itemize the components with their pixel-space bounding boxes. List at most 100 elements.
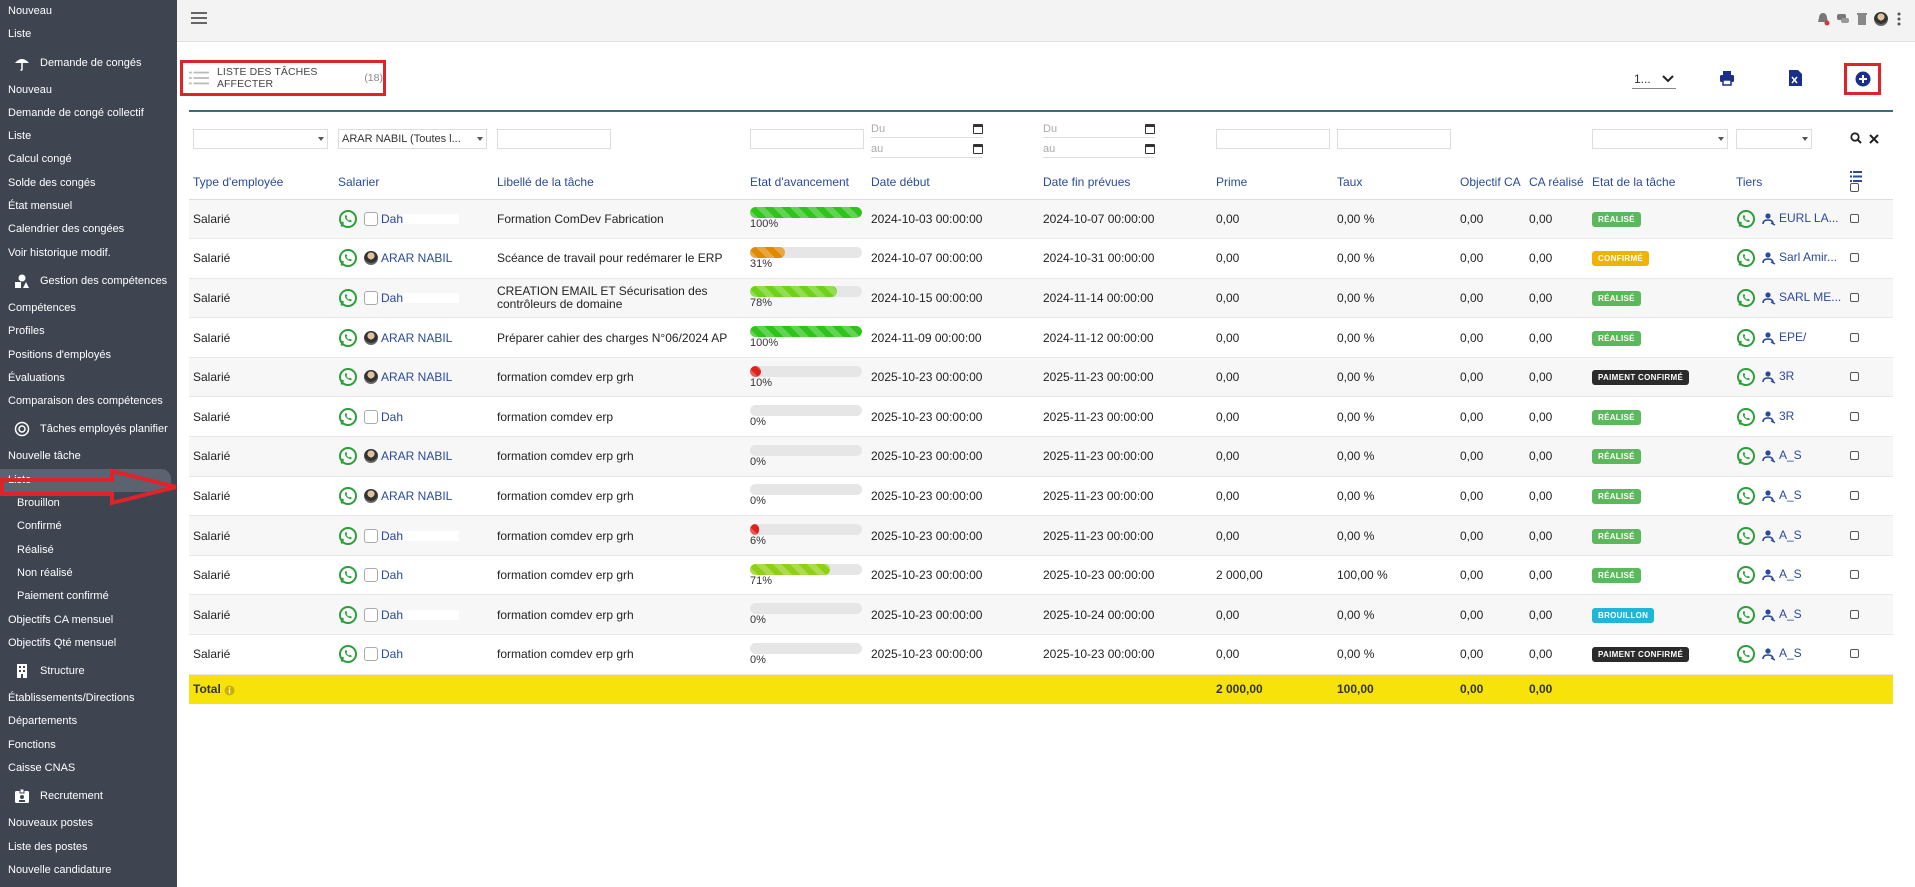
employee-link[interactable]: Dah <box>381 529 403 543</box>
sidebar-item-etablissements-directions[interactable]: Établissements/Directions <box>0 687 177 710</box>
row-checkbox[interactable] <box>1850 411 1859 421</box>
tiers-link[interactable]: SARL ME... <box>1779 290 1841 304</box>
salarier-filter[interactable]: ARAR NABIL (Toutes l... <box>338 129 487 149</box>
column-header[interactable]: Date début <box>867 166 1039 200</box>
start-date-to[interactable]: au <box>871 140 983 158</box>
sidebar-group-structure[interactable]: Structure <box>0 655 177 687</box>
sidebar-item-non-realise[interactable]: Non réalisé <box>0 562 177 585</box>
tiers-link[interactable]: A_S <box>1779 607 1802 621</box>
sidebar-item-caisse-cnas[interactable]: Caisse CNAS <box>0 757 177 780</box>
sidebar-group-gestion-des-competences[interactable]: Gestion des compétences <box>0 265 177 297</box>
whatsapp-icon[interactable] <box>1736 565 1756 585</box>
sidebar-item-solde-des-conges[interactable]: Solde des congés <box>0 172 177 195</box>
sidebar-item-voir-historique-modif[interactable]: Voir historique modif. <box>0 242 177 265</box>
end-date-from[interactable]: Du <box>1043 120 1155 138</box>
sidebar-item-competences[interactable]: Compétences <box>0 297 177 320</box>
table-row[interactable]: Salarié ARAR NABIL Préparer cahier des cha… <box>189 317 1893 358</box>
table-row[interactable]: Salarié Dah formation comdev erp 0% 2025-10-… <box>189 396 1893 438</box>
prime-filter[interactable] <box>1216 129 1330 149</box>
search-icon[interactable] <box>1850 131 1862 144</box>
trash-icon[interactable] <box>1856 12 1868 26</box>
row-checkbox[interactable] <box>1850 451 1859 461</box>
employee-link[interactable]: ARAR NABIL <box>381 251 452 265</box>
sidebar-item-confirme[interactable]: Confirmé <box>0 515 177 538</box>
whatsapp-icon[interactable] <box>338 248 358 268</box>
tiers-link[interactable]: EURL LA... <box>1779 211 1839 225</box>
column-header[interactable]: CA réalisé <box>1525 166 1588 200</box>
sidebar-item-liste-des-postes[interactable]: Liste des postes <box>0 836 177 859</box>
task-cell[interactable]: Formation ComDev Fabrication <box>493 199 746 240</box>
sidebar-item-evaluations[interactable]: Évaluations <box>0 367 177 390</box>
column-header[interactable]: Taux <box>1333 166 1456 200</box>
sidebar-item-calcul-conge[interactable]: Calcul congé <box>0 148 177 171</box>
row-checkbox[interactable] <box>1850 570 1859 580</box>
task-cell[interactable]: formation comdev erp grh <box>493 357 746 398</box>
whatsapp-icon[interactable] <box>338 209 358 229</box>
whatsapp-icon[interactable] <box>338 328 358 348</box>
row-checkbox[interactable] <box>1850 490 1859 500</box>
task-label-filter[interactable] <box>497 129 611 149</box>
column-header[interactable]: Etat de la tâche <box>1588 166 1732 200</box>
list-columns-icon[interactable] <box>1850 171 1862 183</box>
whatsapp-icon[interactable] <box>1736 407 1756 427</box>
employee-link[interactable]: Dah <box>381 212 403 226</box>
column-header[interactable]: Prime <box>1212 166 1333 200</box>
column-header[interactable]: Etat d'avancement <box>746 166 867 200</box>
table-row[interactable]: Salarié Dah formation comdev erp grh 6% 2025… <box>189 515 1893 556</box>
tiers-link[interactable]: Sarl Amir... <box>1779 251 1837 265</box>
tiers-link[interactable]: A_S <box>1779 488 1802 502</box>
task-cell[interactable]: Préparer cahier des charges N°06/2024 AP <box>493 317 746 358</box>
table-row[interactable]: Salarié ARAR NABIL formation comdev erp gr… <box>189 476 1893 517</box>
whatsapp-icon[interactable] <box>338 605 358 625</box>
sidebar-item-calendrier-des-congees[interactable]: Calendrier des congées <box>0 218 177 241</box>
whatsapp-icon[interactable] <box>338 644 358 664</box>
whatsapp-icon[interactable] <box>338 526 358 546</box>
task-cell[interactable]: Scéance de travail pour redémarer le ERP <box>493 238 746 279</box>
column-header[interactable]: Salarier <box>334 166 493 200</box>
select-all-checkbox[interactable] <box>1850 183 1859 193</box>
row-checkbox[interactable] <box>1850 372 1859 382</box>
task-cell[interactable]: formation comdev erp grh <box>493 436 746 477</box>
sidebar-item-nouveaux-postes[interactable]: Nouveaux postes <box>0 812 177 835</box>
sidebar-item-liste[interactable]: Liste <box>0 23 177 46</box>
tiers-link[interactable]: 3R <box>1779 369 1794 383</box>
table-row[interactable]: Salarié Dah formation comdev erp grh 71% 202… <box>189 555 1893 596</box>
whatsapp-icon[interactable] <box>338 288 358 308</box>
taux-filter[interactable] <box>1337 129 1451 149</box>
employee-link[interactable]: ARAR NABIL <box>381 370 452 384</box>
sidebar-item-objectifs-qte-mensuel[interactable]: Objectifs Qté mensuel <box>0 632 177 655</box>
whatsapp-icon[interactable] <box>338 367 358 387</box>
sidebar-item-objectifs-ca-mensuel[interactable]: Objectifs CA mensuel <box>0 609 177 632</box>
whatsapp-icon[interactable] <box>1736 209 1756 229</box>
whatsapp-icon[interactable] <box>1736 526 1756 546</box>
tiers-link[interactable]: A_S <box>1779 567 1802 581</box>
column-selector-header[interactable] <box>1846 166 1893 200</box>
column-header[interactable]: Objectif CA <box>1456 166 1525 200</box>
user-avatar[interactable] <box>1874 12 1888 26</box>
row-checkbox[interactable] <box>1850 530 1859 540</box>
export-excel-button[interactable] <box>1783 66 1807 90</box>
page-size-select[interactable]: 1... <box>1632 69 1676 89</box>
table-row[interactable]: Salarié Dah CREATION EMAIL ET Sécurisation… <box>189 278 1893 319</box>
whatsapp-icon[interactable] <box>338 486 358 506</box>
whatsapp-icon[interactable] <box>1736 446 1756 466</box>
sidebar-item-nouvelle-candidature[interactable]: Nouvelle candidature <box>0 859 177 882</box>
row-checkbox[interactable] <box>1850 332 1859 342</box>
column-header[interactable]: Date fin prévues <box>1039 166 1212 200</box>
task-cell[interactable]: formation comdev erp grh <box>493 476 746 517</box>
sidebar-item-positions-d-employes[interactable]: Positions d'employés <box>0 344 177 367</box>
whatsapp-icon[interactable] <box>1736 605 1756 625</box>
task-cell[interactable]: formation comdev erp grh <box>493 515 746 556</box>
clear-filters-icon[interactable] <box>1869 133 1880 144</box>
table-row[interactable]: Salarié Dah formation comdev erp grh 0% 2025… <box>189 634 1893 675</box>
employee-link[interactable]: ARAR NABIL <box>381 449 452 463</box>
row-checkbox[interactable] <box>1850 213 1859 223</box>
whatsapp-icon[interactable] <box>1736 288 1756 308</box>
table-row[interactable]: Salarié ARAR NABIL Scéance de travail pour… <box>189 238 1893 279</box>
start-date-from[interactable]: Du <box>871 120 983 138</box>
row-checkbox[interactable] <box>1850 253 1859 263</box>
tiers-link[interactable]: A_S <box>1779 528 1802 542</box>
sidebar-group-recrutement[interactable]: Recrutement <box>0 780 177 812</box>
table-row[interactable]: Salarié Dah formation comdev erp grh 0% 2025… <box>189 594 1893 636</box>
employee-link[interactable]: Dah <box>381 608 403 622</box>
